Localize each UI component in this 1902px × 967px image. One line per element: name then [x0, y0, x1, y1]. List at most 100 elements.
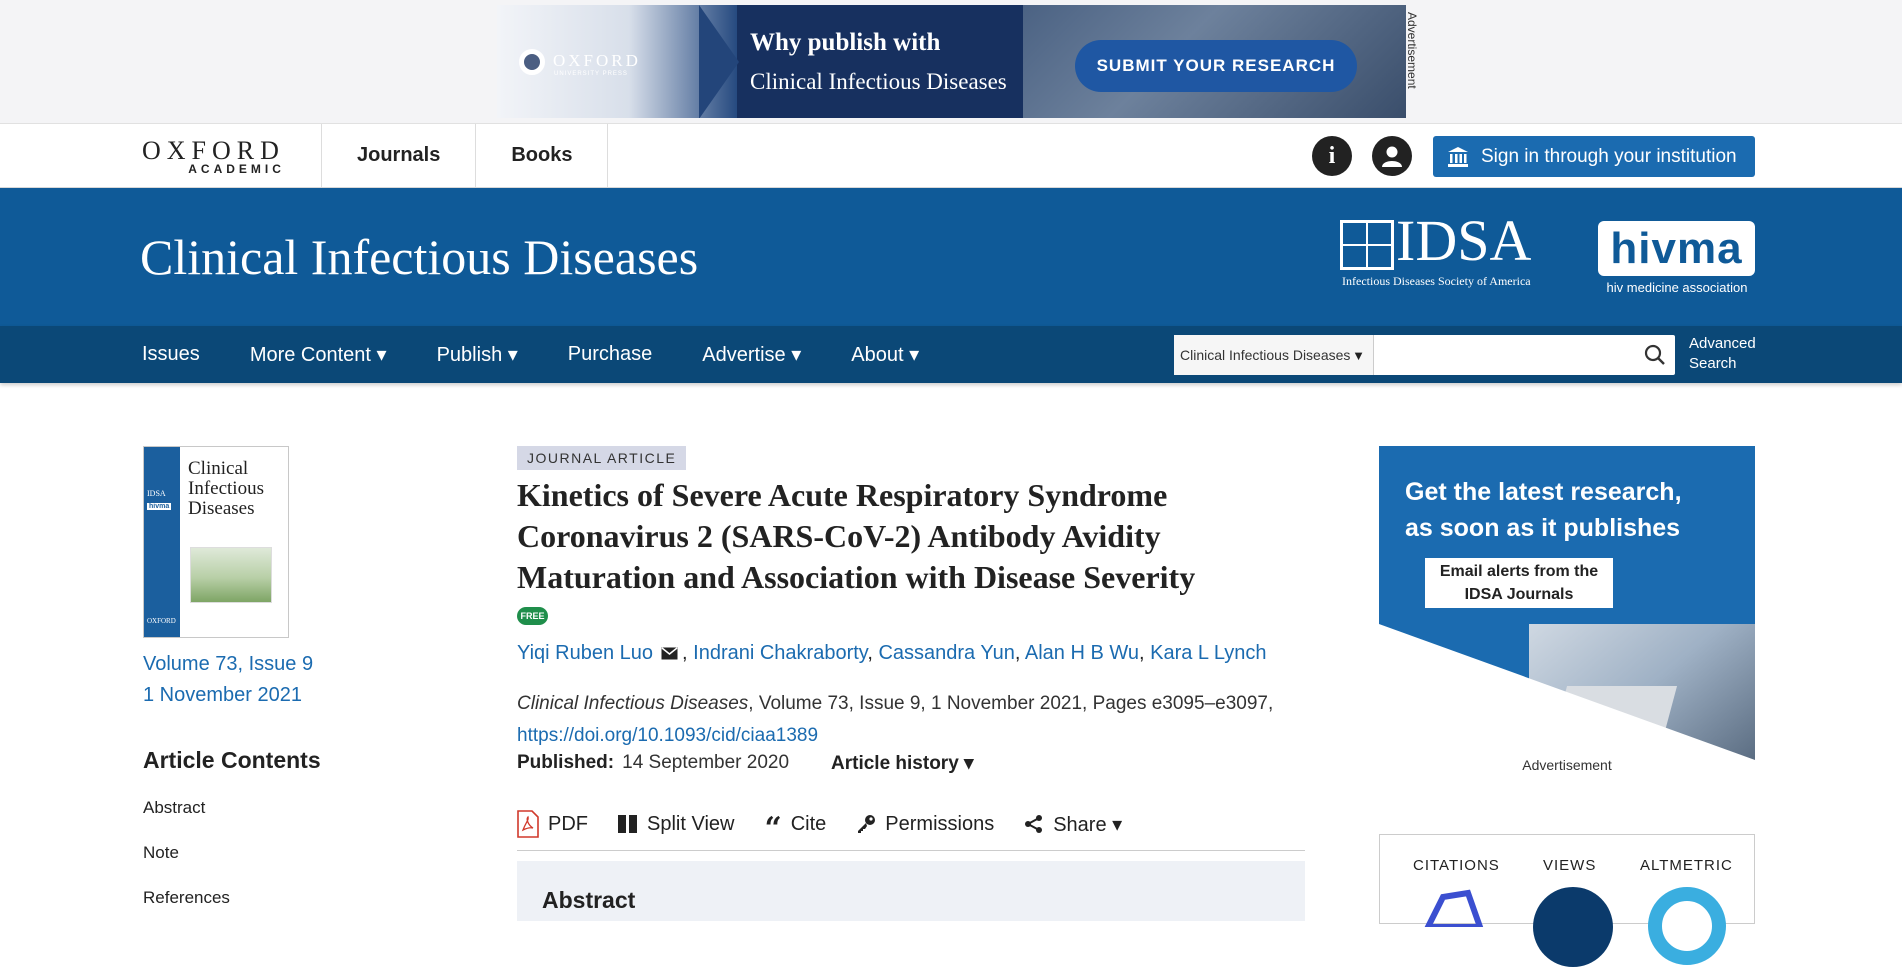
toc-item-note[interactable]: Note	[143, 843, 230, 888]
toc-item-abstract[interactable]: Abstract	[143, 798, 230, 843]
top-ad-strip: OXFORD UNIVERSITY PRESS Why publish with…	[0, 0, 1902, 124]
share-button[interactable]: Share ▾	[1024, 806, 1122, 842]
envelope-icon[interactable]	[661, 647, 678, 660]
share-icon	[1025, 815, 1043, 833]
idsa-emblem-icon	[1340, 220, 1394, 270]
nav-purchase[interactable]: Purchase	[568, 343, 653, 366]
hivma-letters: hivma	[1598, 221, 1755, 276]
user-icon[interactable]	[1372, 136, 1412, 176]
nav-books[interactable]: Books	[475, 124, 609, 187]
right-ad-alert-box: Email alerts from the IDSA Journals	[1425, 558, 1613, 608]
share-label: Share ▾	[1053, 813, 1123, 836]
article-history-toggle[interactable]: Article history ▾	[831, 752, 974, 775]
nav-issues[interactable]: Issues	[142, 343, 200, 366]
cover-illustration	[190, 547, 272, 603]
cover-spine: IDSA hivma OXFORD	[144, 447, 180, 637]
idsa-logo[interactable]: IDSA Infectious Diseases Society of Amer…	[1340, 210, 1580, 290]
hivma-sub: hiv medicine association	[1606, 280, 1748, 295]
institution-icon	[1448, 146, 1468, 167]
metric-altmetric-label: ALTMETRIC	[1640, 857, 1733, 874]
toc-list: Abstract Note References	[143, 798, 230, 933]
journal-banner: Clinical Infectious Diseases IDSA Infect…	[0, 188, 1902, 326]
pdf-icon	[517, 810, 539, 838]
top-ad-banner[interactable]: OXFORD UNIVERSITY PRESS Why publish with…	[497, 5, 1406, 118]
right-ad-headline-line1: Get the latest research,	[1405, 478, 1682, 506]
journal-title[interactable]: Clinical Infectious Diseases	[140, 228, 698, 286]
author-list: Yiqi Ruben Luo, Indrani Chakraborty, Cas…	[517, 642, 1267, 664]
dimensions-badge-icon[interactable]	[1418, 887, 1488, 927]
nav-about[interactable]: About ▾	[851, 342, 919, 367]
cover-hivma: hivma	[147, 503, 172, 510]
citation-journal: Clinical Infectious Diseases	[517, 693, 749, 714]
split-view-icon	[618, 815, 637, 833]
split-view-button[interactable]: Split View	[618, 806, 734, 842]
oxford-academic-logo[interactable]: OXFORD ACADEMIC	[142, 138, 285, 177]
submit-research-button[interactable]: SUBMIT YOUR RESEARCH	[1075, 40, 1357, 92]
right-ad-headline-line2: as soon as it publishes	[1405, 514, 1681, 542]
issue-volume: Volume 73, Issue 9	[143, 653, 314, 675]
doi-link[interactable]: https://doi.org/10.1093/cid/ciaa1389	[517, 725, 818, 746]
advanced-search-link[interactable]: Advanced Search	[1689, 334, 1765, 374]
author-link[interactable]: Kara L Lynch	[1150, 642, 1266, 664]
metric-citations-label: CITATIONS	[1413, 857, 1500, 874]
search-scope-select[interactable]: Clinical Infectious Diseases ▼	[1174, 335, 1374, 375]
issue-cover[interactable]: IDSA hivma OXFORD Clinical Infectious Di…	[143, 446, 289, 638]
caret-down-icon: ▼	[1352, 348, 1365, 363]
article-contents-heading: Article Contents	[143, 747, 321, 773]
author-link[interactable]: Cassandra Yun	[878, 642, 1014, 664]
cover-idsa: IDSA	[147, 489, 166, 498]
metrics-panel: CITATIONS VIEWS ALTMETRIC	[1379, 834, 1755, 967]
search-icon[interactable]	[1643, 343, 1667, 367]
citation-details: , Volume 73, Issue 9, 1 November 2021, P…	[748, 693, 1274, 714]
ad-subline: Clinical Infectious Diseases	[750, 69, 1007, 94]
views-badge-icon[interactable]	[1533, 887, 1613, 967]
article-title: Kinetics of Severe Acute Respiratory Syn…	[517, 477, 1196, 595]
right-ad-wedge	[1379, 624, 1755, 760]
hivma-logo[interactable]: hivma hiv medicine association	[1598, 221, 1756, 295]
author-link[interactable]: Alan H B Wu	[1025, 642, 1139, 664]
right-ad-banner[interactable]: Get the latest research, as soon as it p…	[1379, 446, 1755, 760]
search-scope-value: Clinical Infectious Diseases	[1180, 347, 1351, 363]
permissions-label: Permissions	[885, 812, 995, 835]
article-type-tag: JOURNAL ARTICLE	[517, 446, 687, 470]
free-badge: FREE	[517, 607, 548, 625]
right-ad-alert-line1: Email alerts from the	[1439, 563, 1599, 580]
global-nav: Journals Books	[321, 124, 609, 187]
author-link[interactable]: Yiqi Ruben Luo	[517, 642, 653, 664]
article-toolbar: PDF Split View “ Cite Permissions Share …	[517, 806, 1305, 851]
metric-views-label: VIEWS	[1543, 857, 1597, 874]
citation: Clinical Infectious Diseases, Volume 73,…	[517, 688, 1277, 752]
idsa-sub: Infectious Diseases Society of America	[1342, 274, 1531, 288]
issue-link[interactable]: Volume 73, Issue 9 1 November 2021	[143, 649, 313, 711]
nav-more-content[interactable]: More Content ▾	[250, 342, 387, 367]
altmetric-donut-icon[interactable]	[1648, 887, 1726, 965]
nav-publish[interactable]: Publish ▾	[437, 342, 518, 367]
info-icon[interactable]: i	[1312, 136, 1352, 176]
pdf-button[interactable]: PDF	[517, 806, 588, 842]
key-icon	[858, 815, 876, 833]
published-info: Published: 14 September 2020	[517, 752, 789, 774]
cover-oxford: OXFORD	[147, 617, 176, 625]
nav-advertise[interactable]: Advertise ▾	[702, 342, 801, 367]
oup-brand: OXFORD	[553, 51, 641, 70]
signin-label: Sign in through your institution	[1481, 145, 1737, 167]
cover-title: Clinical Infectious Diseases	[188, 458, 264, 519]
permissions-button[interactable]: Permissions	[856, 806, 994, 842]
search-input[interactable]	[1376, 335, 1631, 375]
published-label: Published:	[517, 752, 615, 773]
right-ad-alert-line2: IDSA Journals	[1464, 586, 1574, 603]
abstract-heading: Abstract	[542, 887, 636, 913]
idsa-letters: IDSA	[1396, 208, 1532, 273]
ad-headline: Why publish with	[750, 29, 941, 56]
oup-emblem-icon	[519, 49, 545, 75]
cite-button[interactable]: “ Cite	[764, 806, 827, 844]
journal-nav: Issues More Content ▾ Publish ▾ Purchase…	[0, 326, 1902, 383]
search-box: Clinical Infectious Diseases ▼	[1174, 335, 1675, 375]
split-view-label: Split View	[647, 812, 735, 835]
author-link[interactable]: Indrani Chakraborty	[693, 642, 867, 664]
signin-institution-button[interactable]: Sign in through your institution	[1433, 136, 1755, 177]
oup-brand-sub: UNIVERSITY PRESS	[554, 71, 628, 77]
nav-journals[interactable]: Journals	[321, 124, 475, 187]
cite-label: Cite	[790, 812, 827, 835]
toc-item-references[interactable]: References	[143, 888, 230, 933]
